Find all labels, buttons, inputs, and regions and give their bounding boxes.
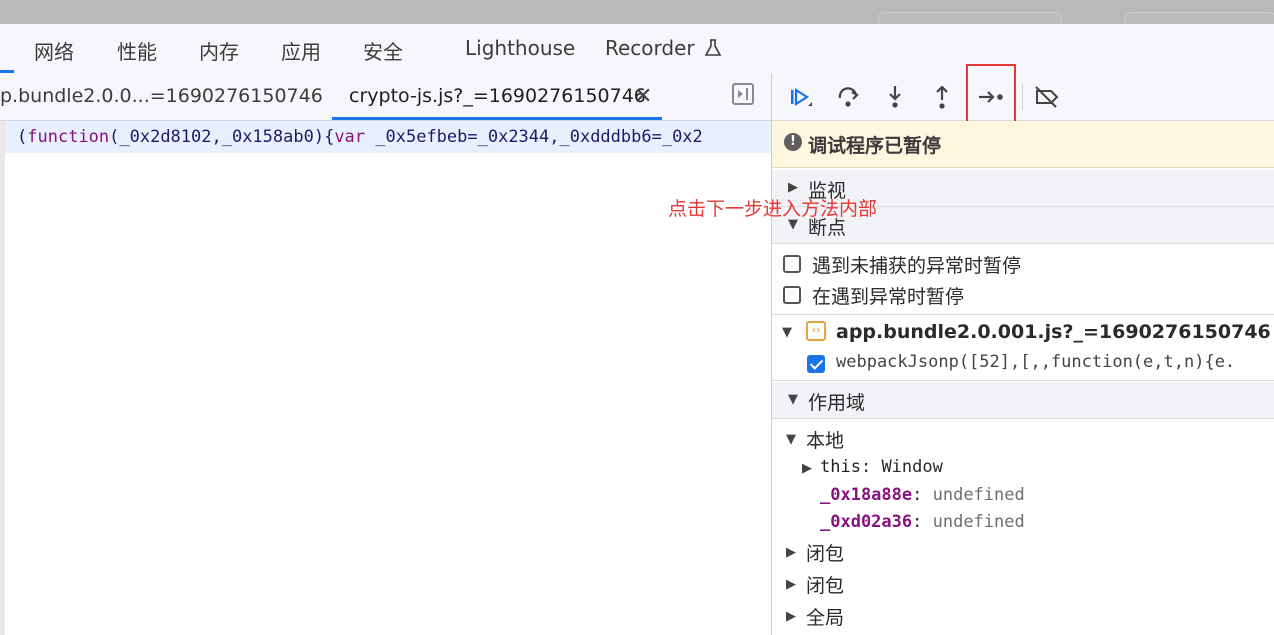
pause-uncaught-checkbox[interactable]	[783, 255, 801, 273]
step-into-icon	[889, 86, 901, 108]
collapsed-arrow-icon[interactable]: ▶	[786, 545, 796, 560]
close-tab-icon[interactable]: ✕	[634, 84, 652, 109]
step-over-button[interactable]	[833, 82, 863, 112]
code-editor[interactable]	[0, 121, 771, 635]
tab-lighthouse[interactable]: Lighthouse	[465, 36, 575, 60]
divider	[772, 380, 1274, 381]
script-file-icon: ‹›	[806, 321, 826, 341]
code-text: (function(_0x2d8102,_0x158ab0){var _0x5e…	[17, 127, 703, 147]
step-over-icon	[838, 87, 859, 107]
scope-this[interactable]: this: Window	[820, 457, 943, 477]
scope-local[interactable]: 本地	[806, 426, 844, 453]
deactivate-breakpoints-icon	[1035, 86, 1059, 108]
tab-recorder-label: Recorder	[605, 36, 695, 60]
tab-security[interactable]: 安全	[363, 36, 403, 65]
active-file-indicator	[332, 117, 662, 120]
divider	[772, 314, 1274, 315]
paused-text: 调试程序已暂停	[808, 135, 942, 157]
file-tab-crypto-js[interactable]: crypto-js.js?_=1690276150746	[349, 85, 646, 107]
pause-caught-checkbox[interactable]	[783, 286, 801, 304]
resume-button[interactable]	[786, 82, 816, 112]
scope-global[interactable]: 全局	[806, 603, 844, 630]
devtools-panel-tabs: 网络 性能 内存 应用 安全 Lighthouse Recorder	[0, 24, 1274, 75]
paused-code-line: (function(_0x2d8102,_0x158ab0){var _0x5e…	[5, 121, 771, 153]
scope-closure[interactable]: 闭包	[806, 539, 844, 566]
collapsed-arrow-icon[interactable]: ▶	[786, 609, 796, 624]
toolbar-separator	[1022, 84, 1023, 110]
expanded-arrow-icon[interactable]: ▼	[782, 325, 792, 340]
expanded-arrow-icon[interactable]: ▼	[786, 432, 796, 447]
tab-memory[interactable]: 内存	[199, 36, 239, 65]
toggle-debugger-sidebar-icon[interactable]	[732, 83, 754, 105]
pause-caught-label: 在遇到异常时暂停	[812, 286, 965, 308]
debugger-toolbar	[772, 74, 1274, 121]
breakpoint-file-name[interactable]: app.bundle2.0.001.js?_=1690276150746	[836, 321, 1271, 343]
expanded-arrow-icon: ▼	[788, 392, 798, 407]
breakpoint-entry[interactable]: webpackJsonp([52],[,,function(e,t,n){e.	[836, 352, 1235, 372]
section-scope[interactable]: ▼ 作用域	[772, 382, 1274, 419]
scope-var[interactable]: _0x18a88e: undefined	[820, 485, 1025, 505]
info-icon: !	[784, 133, 802, 151]
source-file-tabs: p.bundle2.0.0...=1690276150746 crypto-js…	[0, 74, 771, 121]
step-button[interactable]	[976, 82, 1006, 112]
annotation-text: 点击下一步进入方法内部	[668, 198, 878, 220]
active-tab-indicator	[0, 70, 14, 73]
collapsed-arrow-icon: ▶	[788, 180, 798, 195]
collapsed-arrow-icon[interactable]: ▶	[802, 461, 812, 476]
flask-icon	[705, 39, 721, 56]
step-out-icon	[936, 85, 948, 109]
pause-uncaught-label: 遇到未捕获的异常时暂停	[812, 255, 1022, 277]
step-into-button[interactable]	[880, 82, 910, 112]
file-tab-app-bundle[interactable]: p.bundle2.0.0...=1690276150746	[0, 85, 323, 107]
scope-closure[interactable]: 闭包	[806, 571, 844, 598]
scope-var[interactable]: _0xd02a36: undefined	[820, 512, 1025, 532]
breakpoint-enabled-checkbox[interactable]	[807, 355, 825, 373]
section-scope-label: 作用域	[808, 392, 866, 414]
deactivate-breakpoints-button[interactable]	[1032, 82, 1062, 112]
tab-network[interactable]: 网络	[34, 36, 74, 65]
paused-banner: ! 调试程序已暂停	[772, 121, 1274, 168]
resume-icon	[791, 87, 812, 107]
tab-application[interactable]: 应用	[281, 36, 321, 65]
step-out-button[interactable]	[927, 82, 957, 112]
tab-recorder[interactable]: Recorder	[605, 36, 721, 60]
browser-top-bar	[0, 0, 1274, 25]
step-icon	[979, 91, 1003, 103]
collapsed-arrow-icon[interactable]: ▶	[786, 577, 796, 592]
tab-performance[interactable]: 性能	[117, 36, 157, 65]
